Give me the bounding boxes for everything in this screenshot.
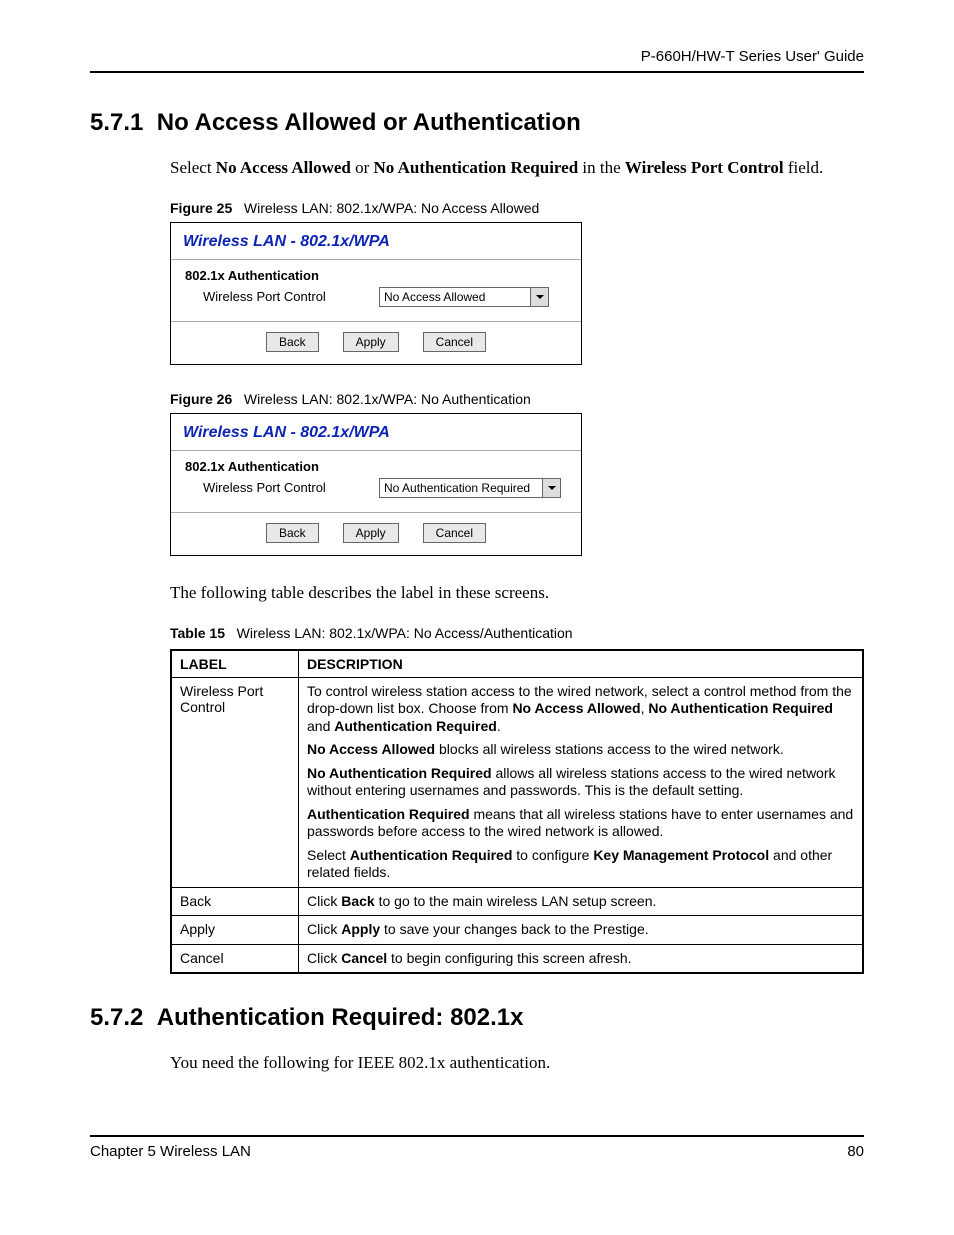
panel-divider xyxy=(171,450,581,451)
port-control-row: Wireless Port Control No Access Allowed xyxy=(171,285,581,321)
cell-description: Click Cancel to begin configuring this s… xyxy=(299,944,864,973)
page-footer: Chapter 5 Wireless LAN 80 xyxy=(90,1143,864,1160)
section-5-7-2-heading: 5.7.2 Authentication Required: 802.1x xyxy=(90,1004,864,1032)
intro-paragraph: Select No Access Allowed or No Authentic… xyxy=(90,157,864,180)
footer-page-number: 80 xyxy=(847,1143,864,1160)
wireless-panel-2: Wireless LAN - 802.1x/WPA 802.1x Authent… xyxy=(170,413,582,556)
description-table: LABEL DESCRIPTION Wireless Port Control … xyxy=(170,649,864,975)
table-row: Wireless Port Control To control wireles… xyxy=(171,677,863,887)
section-5-7-1-heading: 5.7.1 No Access Allowed or Authenticatio… xyxy=(90,109,864,137)
panel-title: Wireless LAN - 802.1x/WPA xyxy=(171,414,581,450)
apply-button[interactable]: Apply xyxy=(343,523,399,543)
section-title: Authentication Required: 802.1x xyxy=(157,1004,524,1031)
footer-divider xyxy=(90,1135,864,1137)
wireless-panel-1: Wireless LAN - 802.1x/WPA 802.1x Authent… xyxy=(170,222,582,365)
body-5-7-2: You need the following for IEEE 802.1x a… xyxy=(90,1052,864,1075)
select-value: No Authentication Required xyxy=(384,481,538,495)
table-row: Back Click Back to go to the main wirele… xyxy=(171,887,863,916)
section-number: 5.7.1 xyxy=(90,109,143,136)
panel-divider xyxy=(171,259,581,260)
panel-title: Wireless LAN - 802.1x/WPA xyxy=(171,223,581,259)
figure-26-caption: Figure 26 Wireless LAN: 802.1x/WPA: No A… xyxy=(90,391,864,407)
apply-button[interactable]: Apply xyxy=(343,332,399,352)
figure-26-panel-wrap: Wireless LAN - 802.1x/WPA 802.1x Authent… xyxy=(90,413,864,556)
header-guide-text: P-660H/HW-T Series User' Guide xyxy=(90,48,864,65)
cancel-button[interactable]: Cancel xyxy=(423,332,486,352)
dropdown-caret-icon[interactable] xyxy=(542,479,560,497)
section-number: 5.7.2 xyxy=(90,1004,143,1031)
table-header-row: LABEL DESCRIPTION xyxy=(171,650,863,678)
port-control-select[interactable]: No Access Allowed xyxy=(379,287,549,307)
port-control-label: Wireless Port Control xyxy=(203,289,363,304)
cell-description: Click Apply to save your changes back to… xyxy=(299,916,864,945)
dropdown-caret-icon[interactable] xyxy=(530,288,548,306)
footer-chapter: Chapter 5 Wireless LAN xyxy=(90,1143,251,1160)
cancel-button[interactable]: Cancel xyxy=(423,523,486,543)
panel-button-bar: Back Apply Cancel xyxy=(171,512,581,555)
header-divider xyxy=(90,71,864,73)
cell-label: Back xyxy=(171,887,299,916)
section-title: No Access Allowed or Authentication xyxy=(157,109,581,136)
table-row: Cancel Click Cancel to begin configuring… xyxy=(171,944,863,973)
cell-description: Click Back to go to the main wireless LA… xyxy=(299,887,864,916)
cell-label: Apply xyxy=(171,916,299,945)
select-value: No Access Allowed xyxy=(384,290,526,304)
figure-25-panel-wrap: Wireless LAN - 802.1x/WPA 802.1x Authent… xyxy=(90,222,864,365)
table-15-caption: Table 15 Wireless LAN: 802.1x/WPA: No Ac… xyxy=(90,625,864,641)
back-button[interactable]: Back xyxy=(266,332,319,352)
cell-description: To control wireless station access to th… xyxy=(299,677,864,887)
panel-button-bar: Back Apply Cancel xyxy=(171,321,581,364)
port-control-row: Wireless Port Control No Authentication … xyxy=(171,476,581,512)
cell-label: Wireless Port Control xyxy=(171,677,299,887)
figure-25-caption: Figure 25 Wireless LAN: 802.1x/WPA: No A… xyxy=(90,200,864,216)
port-control-label: Wireless Port Control xyxy=(203,480,363,495)
th-description: DESCRIPTION xyxy=(299,650,864,678)
auth-group-header: 802.1x Authentication xyxy=(171,459,581,476)
port-control-select[interactable]: No Authentication Required xyxy=(379,478,561,498)
back-button[interactable]: Back xyxy=(266,523,319,543)
auth-group-header: 802.1x Authentication xyxy=(171,268,581,285)
th-label: LABEL xyxy=(171,650,299,678)
cell-label: Cancel xyxy=(171,944,299,973)
body-after-figures: The following table describes the label … xyxy=(90,582,864,605)
table-row: Apply Click Apply to save your changes b… xyxy=(171,916,863,945)
